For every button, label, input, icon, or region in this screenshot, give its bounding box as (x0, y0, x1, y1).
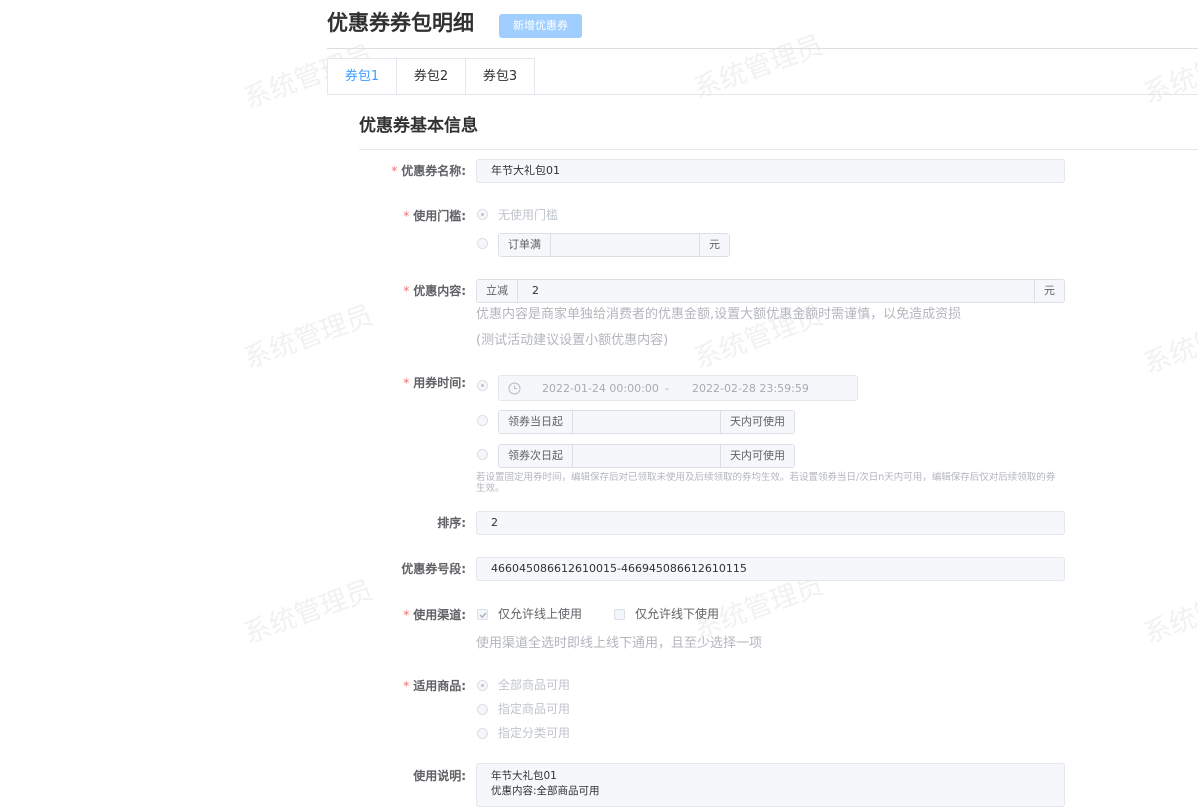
fixed-time-radio[interactable] (477, 380, 488, 391)
date-range-picker[interactable]: 2022-01-24 00:00:00 - 2022-02-28 23:59:5… (498, 375, 858, 401)
discount-amount-input[interactable]: 2 (518, 280, 1034, 302)
description-line-2: 优惠内容:全部商品可用 (491, 785, 600, 797)
section-divider (359, 149, 1198, 150)
code-range-label: 优惠券号段: (401, 562, 466, 576)
watermark: 系统管理员 (239, 299, 378, 375)
threshold-none-radio[interactable] (477, 209, 488, 220)
next-day-suffix: 天内可使用 (720, 445, 794, 467)
discount-hint: 优惠内容是商家单独给消费者的优惠金额,设置大额优惠金额时需谨慎，以免造成资损 (476, 307, 962, 322)
watermark: 系统管理员 (1139, 574, 1198, 650)
same-day-prefix: 领券当日起 (499, 411, 573, 433)
page-title: 优惠券券包明细 (327, 11, 474, 35)
threshold-label: * 使用门槛: (403, 209, 466, 223)
tab-coupon-pack-2[interactable]: 券包2 (397, 58, 466, 95)
channel-hint: 使用渠道全选时即线上线下通用，且至少选择一项 (476, 636, 763, 651)
watermark: 系统管理员 (1139, 34, 1198, 110)
sort-label: 排序: (437, 516, 466, 530)
required-mark: * (403, 284, 410, 298)
date-start: 2022-01-24 00:00:00 (542, 382, 659, 395)
goods-label: * 适用商品: (403, 679, 466, 693)
code-range-input[interactable]: 466045086612610015-466945086612610115 (476, 557, 1065, 581)
clock-icon (508, 382, 521, 395)
tabs-divider (327, 94, 1198, 95)
channel-label: * 使用渠道: (403, 608, 466, 622)
next-day-days-input[interactable] (573, 445, 720, 467)
same-day-group: 领券当日起 天内可使用 (498, 410, 795, 434)
sort-input[interactable]: 2 (476, 511, 1065, 535)
goods-all-label: 全部商品可用 (498, 678, 571, 692)
discount-content-label: * 优惠内容: (403, 284, 466, 298)
title-divider (327, 48, 1198, 49)
discount-test-hint: (测试活动建议设置小额优惠内容) (476, 333, 669, 348)
date-end: 2022-02-28 23:59:59 (692, 382, 809, 395)
threshold-none-label: 无使用门槛 (498, 208, 559, 222)
goods-all-radio[interactable] (477, 680, 488, 691)
required-mark: * (403, 376, 410, 390)
order-threshold-suffix: 元 (699, 234, 729, 256)
order-threshold-group: 订单满 元 (498, 233, 730, 257)
discount-prefix: 立减 (477, 280, 518, 302)
next-day-prefix: 领券次日起 (499, 445, 573, 467)
tab-coupon-pack-1[interactable]: 券包1 (327, 58, 397, 95)
required-mark: * (403, 209, 410, 223)
required-mark: * (391, 164, 398, 178)
description-textarea[interactable]: 年节大礼包01 优惠内容:全部商品可用 (476, 763, 1065, 807)
discount-content-group: 立减 2 元 (476, 279, 1065, 303)
usage-time-label: * 用券时间: (403, 376, 466, 390)
description-label: 使用说明: (413, 769, 466, 783)
goods-category-radio[interactable] (477, 728, 488, 739)
tab-coupon-pack-3[interactable]: 券包3 (466, 58, 535, 95)
next-day-group: 领券次日起 天内可使用 (498, 444, 795, 468)
order-threshold-input[interactable] (551, 234, 699, 256)
required-mark: * (403, 608, 410, 622)
checkmark-icon (479, 612, 487, 619)
online-label: 仅允许线上使用 (498, 607, 583, 621)
online-checkbox[interactable] (477, 609, 488, 620)
tab-bar: 券包1 券包2 券包3 (327, 58, 535, 95)
description-line-1: 年节大礼包01 (491, 770, 557, 782)
goods-specified-label: 指定商品可用 (498, 702, 571, 716)
goods-specified-radio[interactable] (477, 704, 488, 715)
section-title: 优惠券基本信息 (359, 116, 478, 136)
offline-checkbox[interactable] (614, 609, 625, 620)
offline-label: 仅允许线下使用 (635, 607, 720, 621)
required-mark: * (403, 679, 410, 693)
same-day-suffix: 天内可使用 (720, 411, 794, 433)
watermark: 系统管理员 (1139, 304, 1198, 380)
same-day-radio[interactable] (477, 415, 488, 426)
same-day-days-input[interactable] (573, 411, 720, 433)
order-threshold-prefix: 订单满 (499, 234, 551, 256)
date-separator: - (665, 382, 669, 395)
usage-time-hint: 若设置固定用券时间，编辑保存后对已领取未使用及后续领取的券均生效。若设置领券当日… (476, 472, 1056, 494)
discount-suffix: 元 (1034, 280, 1064, 302)
add-coupon-button[interactable]: 新增优惠券 (499, 14, 582, 38)
coupon-name-label: * 优惠券名称: (391, 164, 466, 178)
threshold-order-radio[interactable] (477, 238, 488, 249)
next-day-radio[interactable] (477, 449, 488, 460)
goods-category-label: 指定分类可用 (498, 726, 571, 740)
coupon-name-input[interactable]: 年节大礼包01 (476, 159, 1065, 183)
